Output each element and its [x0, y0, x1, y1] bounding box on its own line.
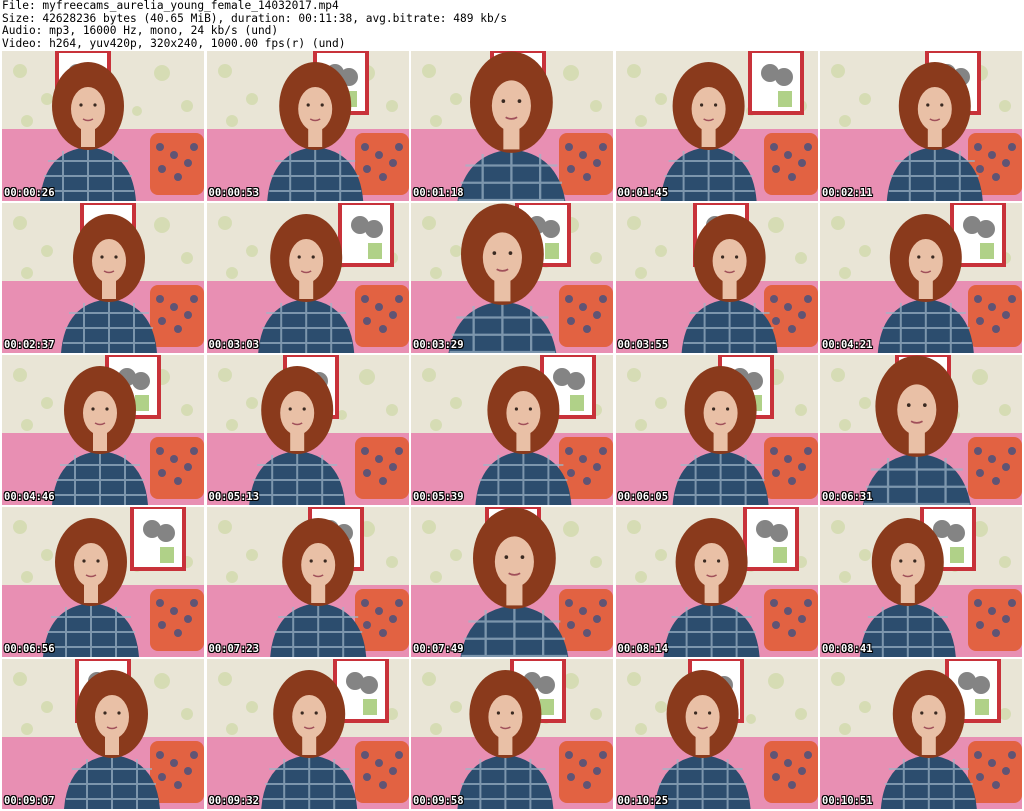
video-frame-image — [206, 51, 409, 201]
thumbnail-frame: 00:04:21 — [820, 203, 1022, 353]
thumbnail-frame: 00:10:51 — [820, 659, 1022, 809]
timestamp-label: 00:07:49 — [413, 643, 464, 655]
timestamp-label: 00:04:46 — [4, 491, 55, 503]
timestamp-label: 00:09:58 — [413, 795, 464, 807]
thumbnail-frame: 00:00:26 — [2, 51, 204, 201]
video-frame-image — [820, 659, 1022, 809]
timestamp-label: 00:10:25 — [617, 795, 669, 807]
timestamp-label: 00:03:55 — [617, 339, 669, 351]
timestamp-label: 00:04:21 — [822, 339, 873, 351]
thumbnail-frame: 00:06:31 — [820, 355, 1022, 505]
thumbnail-frame: 00:06:05 — [615, 355, 818, 505]
thumbnail-frame: 00:05:39 — [411, 355, 613, 505]
timestamp-label: 00:09:07 — [4, 795, 55, 807]
thumbnail-frame: 00:07:23 — [206, 507, 409, 657]
timestamp-label: 00:09:32 — [208, 795, 260, 807]
timestamp-label: 00:08:14 — [617, 643, 669, 655]
video-frame-image — [411, 659, 613, 809]
video-frame-image — [615, 507, 818, 657]
timestamp-label: 00:01:18 — [413, 187, 464, 199]
thumbnail-frame: 00:09:58 — [411, 659, 613, 809]
thumbnail-frame: 00:03:29 — [411, 203, 613, 353]
timestamp-label: 00:02:11 — [822, 187, 873, 199]
video-frame-image — [615, 51, 818, 201]
thumbnail-frame: 00:06:56 — [2, 507, 204, 657]
timestamp-label: 00:06:56 — [4, 643, 55, 655]
video-frame-image — [411, 507, 613, 657]
timestamp-label: 00:00:53 — [208, 187, 260, 199]
video-line: Video: h264, yuv420p, 320x240, 1000.00 f… — [2, 36, 346, 50]
video-frame-image — [411, 355, 613, 505]
timestamp-label: 00:05:13 — [208, 491, 260, 503]
timestamp-label: 00:07:23 — [208, 643, 260, 655]
file-line: File: myfreecams_aurelia_young_female_14… — [2, 0, 339, 12]
video-frame-image — [206, 507, 409, 657]
timestamp-label: 00:05:39 — [413, 491, 464, 503]
video-frame-image — [206, 659, 409, 809]
video-frame-image — [615, 355, 818, 505]
thumbnail-frame: 00:02:11 — [820, 51, 1022, 201]
thumbnail-frame: 00:09:07 — [2, 659, 204, 809]
file-info-header: File: myfreecams_aurelia_young_female_14… — [2, 0, 507, 50]
video-frame-image — [2, 203, 204, 353]
video-frame-image — [2, 507, 204, 657]
video-frame-image — [820, 51, 1022, 201]
video-frame-image — [820, 203, 1022, 353]
timestamp-label: 00:03:03 — [208, 339, 260, 351]
video-frame-image — [411, 51, 613, 201]
video-frame-image — [820, 507, 1022, 657]
thumbnail-frame: 00:05:13 — [206, 355, 409, 505]
video-frame-image — [615, 203, 818, 353]
video-frame-image — [820, 355, 1022, 505]
timestamp-label: 00:01:45 — [617, 187, 669, 199]
video-frame-image — [206, 203, 409, 353]
thumbnail-frame: 00:08:14 — [615, 507, 818, 657]
video-frame-image — [411, 203, 613, 353]
thumbnail-frame: 00:09:32 — [206, 659, 409, 809]
thumbnail-frame: 00:08:41 — [820, 507, 1022, 657]
thumbnail-frame: 00:10:25 — [615, 659, 818, 809]
thumbnail-frame: 00:03:55 — [615, 203, 818, 353]
timestamp-label: 00:02:37 — [4, 339, 55, 351]
thumbnail-frame: 00:02:37 — [2, 203, 204, 353]
timestamp-label: 00:08:41 — [822, 643, 873, 655]
video-frame-image — [615, 659, 818, 809]
video-frame-image — [206, 355, 409, 505]
timestamp-label: 00:10:51 — [822, 795, 873, 807]
thumbnail-grid: 00:00:26 00:00:53 00:01:18 00:01:45 00:0… — [2, 51, 1022, 809]
thumbnail-frame: 00:03:03 — [206, 203, 409, 353]
timestamp-label: 00:03:29 — [413, 339, 464, 351]
thumbnail-frame: 00:00:53 — [206, 51, 409, 201]
video-frame-image — [2, 355, 204, 505]
timestamp-label: 00:00:26 — [4, 187, 55, 199]
timestamp-label: 00:06:05 — [617, 491, 669, 503]
audio-line: Audio: mp3, 16000 Hz, mono, 24 kb/s (und… — [2, 24, 279, 38]
thumbnail-frame: 00:01:45 — [615, 51, 818, 201]
timestamp-label: 00:06:31 — [822, 491, 873, 503]
video-frame-image — [2, 659, 204, 809]
thumbnail-frame: 00:07:49 — [411, 507, 613, 657]
thumbnail-frame: 00:01:18 — [411, 51, 613, 201]
video-frame-image — [2, 51, 204, 201]
thumbnail-frame: 00:04:46 — [2, 355, 204, 505]
